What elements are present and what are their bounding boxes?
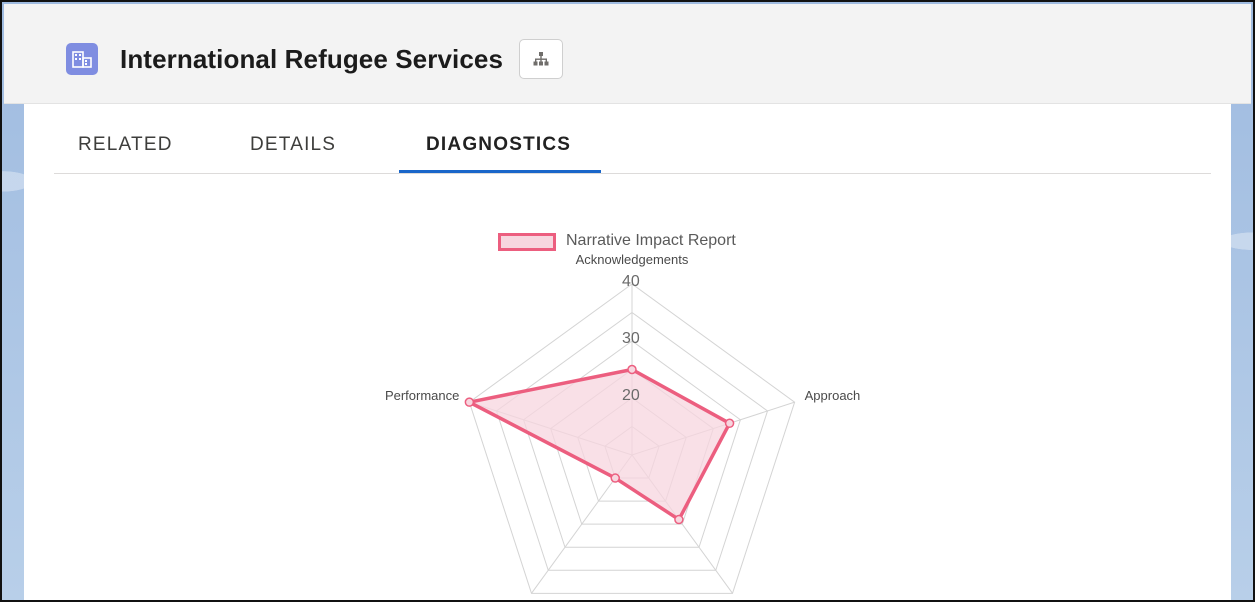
- record-header: International Refugee Services: [4, 4, 1251, 104]
- view-hierarchy-button[interactable]: [519, 39, 563, 79]
- axis-label-acknowledgements: Acknowledgements: [575, 252, 689, 267]
- axis-label-approach: Approach: [804, 388, 861, 404]
- data-point-data-sources[interactable]: [610, 473, 620, 483]
- record-content-card: RELATED DETAILS DIAGNOSTICS Narrative Im…: [24, 104, 1231, 600]
- tick-label: 30: [622, 330, 640, 347]
- hierarchy-icon: [533, 52, 549, 66]
- data-point-performance[interactable]: [464, 397, 475, 407]
- page-title: International Refugee Services: [120, 44, 504, 74]
- account-building-icon: [66, 43, 98, 75]
- data-point-approach[interactable]: [724, 418, 735, 429]
- radar-chart: [464, 283, 796, 594]
- page-frame: International Refugee Services RELATED D…: [0, 0, 1255, 602]
- data-point-background[interactable]: [674, 514, 684, 525]
- axis-label-performance: Performance: [384, 388, 460, 404]
- data-point-acknowledgements[interactable]: [627, 364, 637, 375]
- tick-label: 40: [622, 273, 640, 290]
- tick-label: 20: [622, 387, 640, 404]
- series-area: [467, 367, 732, 522]
